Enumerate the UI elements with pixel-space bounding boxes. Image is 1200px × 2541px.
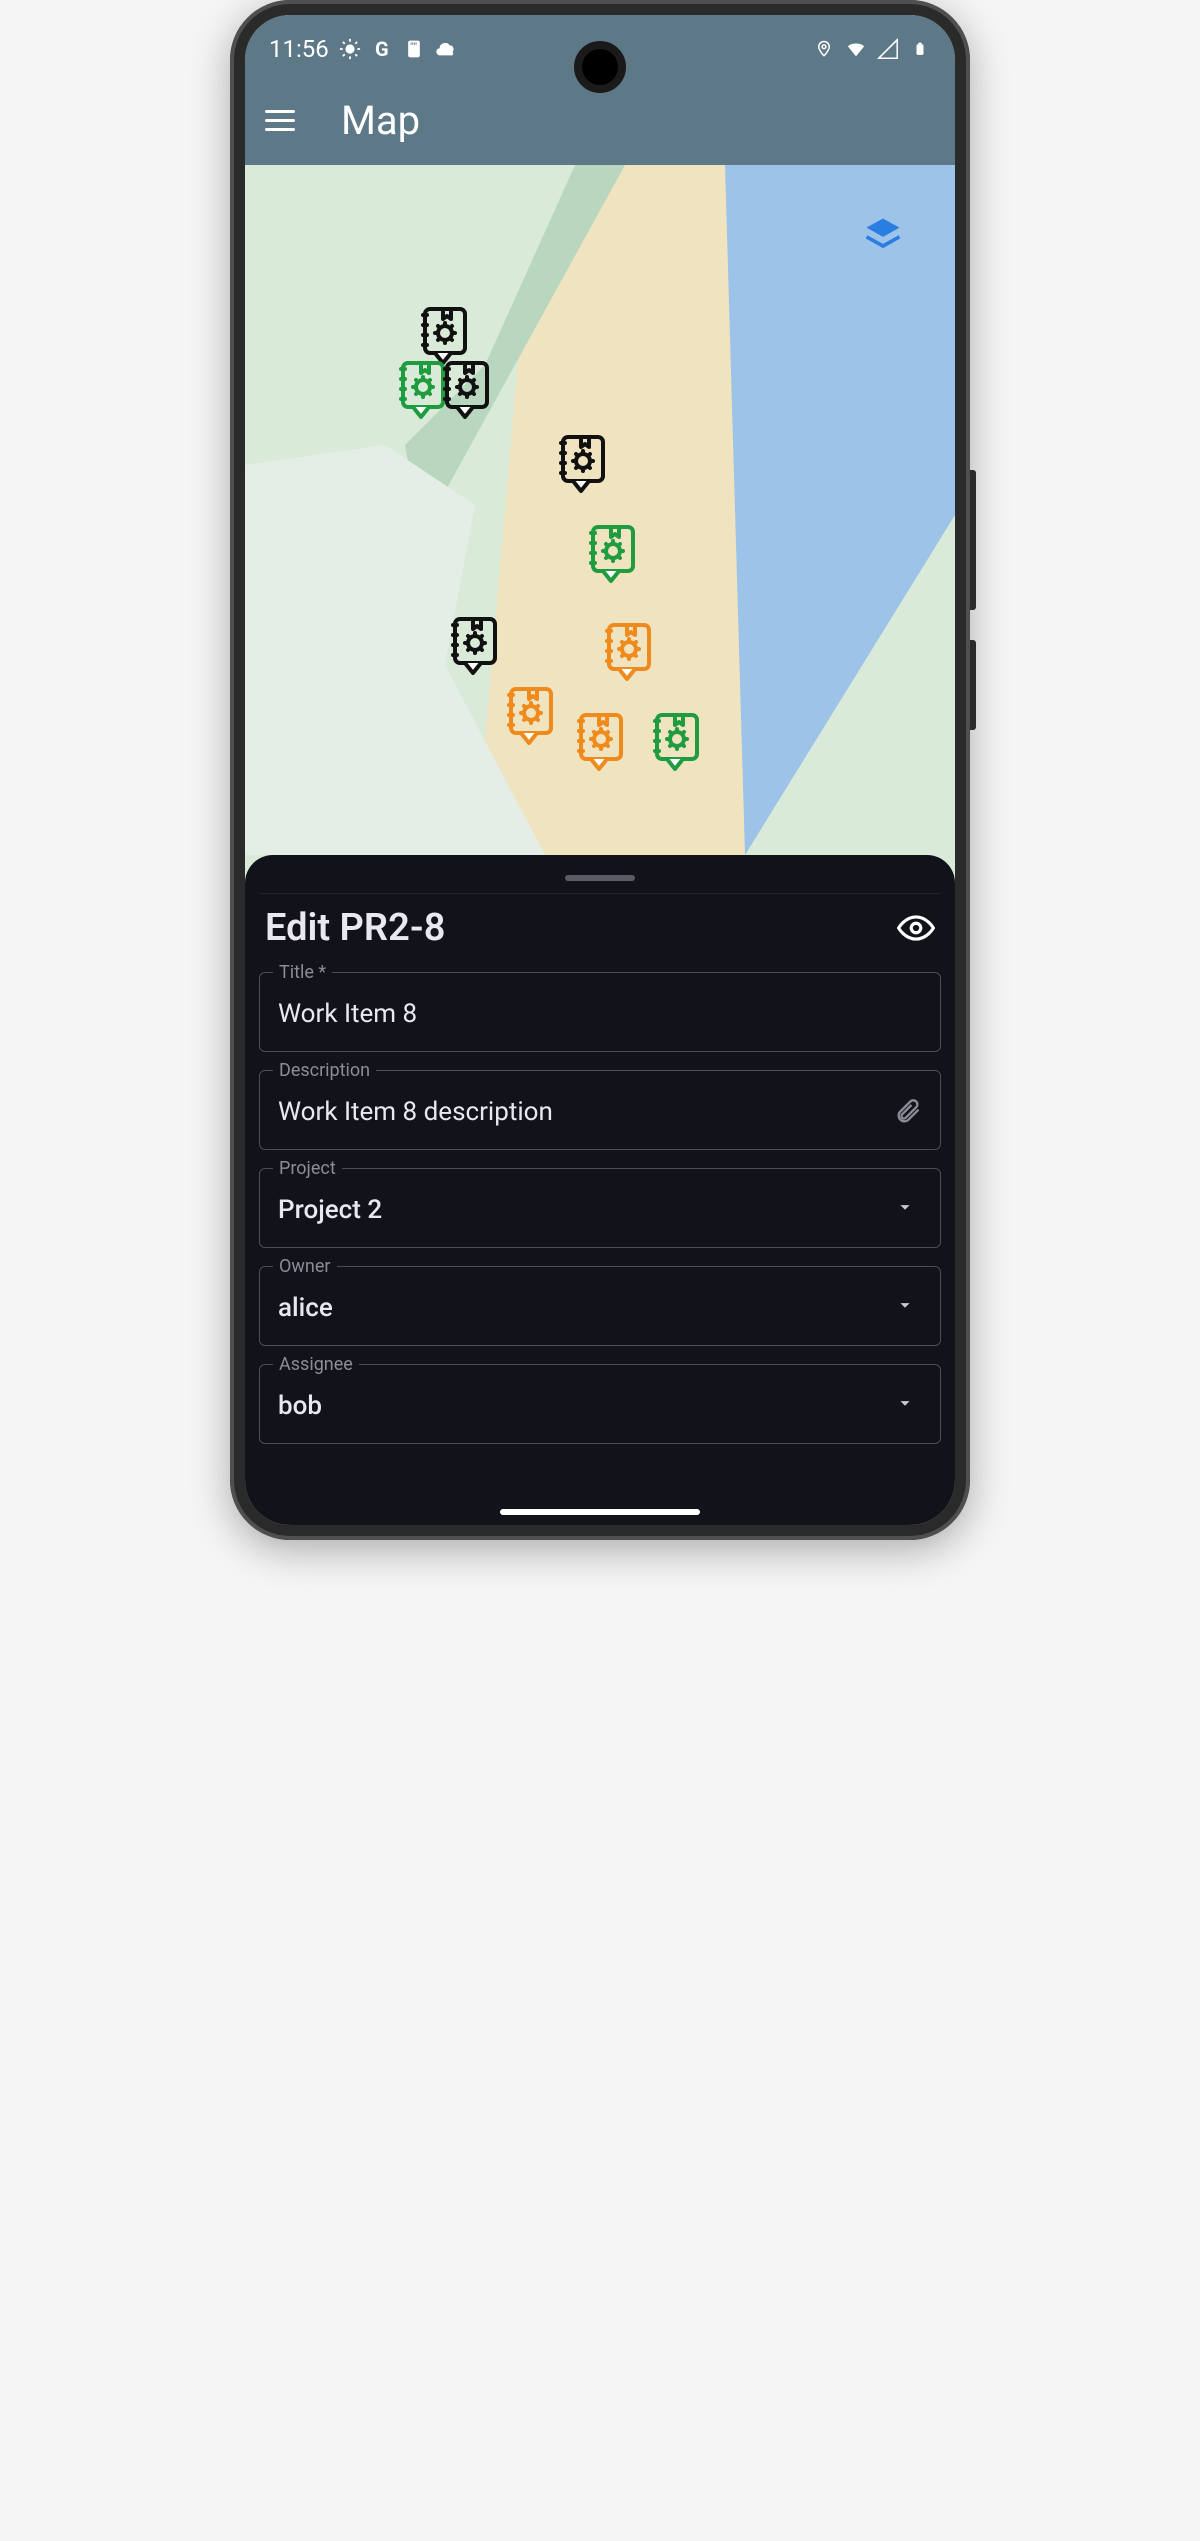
drag-handle[interactable] <box>565 875 635 881</box>
chevron-down-icon <box>894 1196 922 1224</box>
battery-icon <box>909 38 931 60</box>
map-marker[interactable] <box>445 615 501 683</box>
title-field: Title * Work Item 8 <box>259 972 941 1052</box>
map-marker[interactable] <box>571 711 627 779</box>
field-value: bob <box>278 1391 322 1421</box>
description-field: Description Work Item 8 description <box>259 1070 941 1150</box>
phone-frame: 11:56 G <box>230 0 970 1540</box>
signal-icon <box>877 38 899 60</box>
field-label: Assignee <box>273 1354 359 1375</box>
sheet-header: Edit PR2-8 <box>259 893 941 972</box>
field-value: alice <box>278 1293 333 1323</box>
owner-field: Owner alice <box>259 1266 941 1346</box>
map-marker[interactable] <box>437 359 493 427</box>
field-value: Project 2 <box>278 1195 382 1225</box>
chevron-down-icon <box>894 1294 922 1322</box>
storage-icon <box>403 38 425 60</box>
wifi-icon <box>845 38 867 60</box>
description-input[interactable]: Work Item 8 description <box>259 1070 941 1150</box>
status-right <box>813 38 931 60</box>
status-time: 11:56 <box>269 35 329 63</box>
camera-punch <box>574 41 626 93</box>
view-button[interactable] <box>897 909 935 947</box>
map-marker[interactable] <box>583 523 639 591</box>
map-marker[interactable] <box>599 621 655 689</box>
map-marker[interactable] <box>553 433 609 501</box>
phone-hw-button <box>970 470 976 610</box>
project-field: Project Project 2 <box>259 1168 941 1248</box>
field-label: Project <box>273 1158 342 1179</box>
field-label: Title * <box>273 962 332 983</box>
title-input[interactable]: Work Item 8 <box>259 972 941 1052</box>
field-value: Work Item 8 description <box>278 1097 553 1127</box>
system-nav-bar[interactable] <box>245 1509 955 1515</box>
assignee-field: Assignee bob <box>259 1364 941 1444</box>
status-left: 11:56 G <box>269 35 457 63</box>
assignee-select[interactable]: bob <box>259 1364 941 1444</box>
brightness-icon <box>339 38 361 60</box>
nav-pill <box>500 1509 700 1515</box>
field-label: Description <box>273 1060 376 1081</box>
map-canvas[interactable] <box>245 165 955 855</box>
layers-button[interactable] <box>861 213 905 257</box>
phone-hw-button <box>970 640 976 730</box>
owner-select[interactable]: alice <box>259 1266 941 1346</box>
paperclip-icon[interactable] <box>894 1098 922 1126</box>
edit-bottom-sheet: Edit PR2-8 Title * Work Item 8 Descripti… <box>245 855 955 1525</box>
field-label: Owner <box>273 1256 337 1277</box>
hamburger-icon[interactable] <box>265 100 305 140</box>
map-marker[interactable] <box>647 711 703 779</box>
cloud-icon <box>435 38 457 60</box>
project-select[interactable]: Project 2 <box>259 1168 941 1248</box>
field-value: Work Item 8 <box>278 999 417 1029</box>
map-marker[interactable] <box>501 685 557 753</box>
location-icon <box>813 38 835 60</box>
app-title: Map <box>341 97 420 144</box>
sheet-title: Edit PR2-8 <box>265 906 445 950</box>
chevron-down-icon <box>894 1392 922 1420</box>
phone-screen: 11:56 G <box>245 15 955 1525</box>
google-icon: G <box>371 38 393 60</box>
